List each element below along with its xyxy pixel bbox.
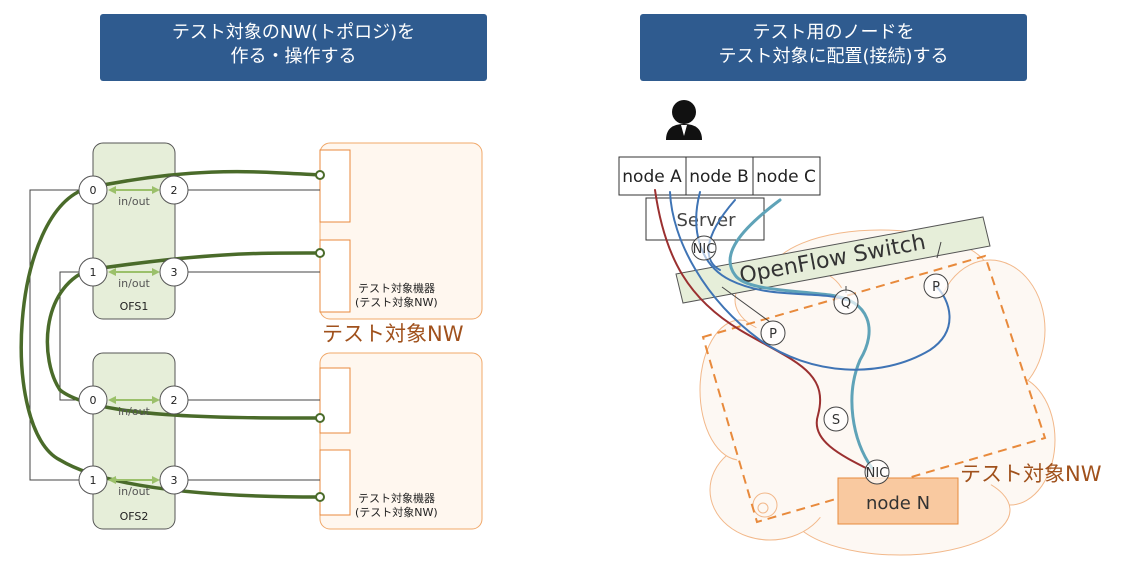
inout-label: in/out — [118, 485, 150, 498]
device-sublabel: (テスト対象NW) — [355, 505, 438, 519]
nic-top-label: NIC — [693, 242, 716, 257]
ofs2-label: OFS2 — [120, 510, 149, 523]
inout-label: in/out — [118, 277, 150, 290]
port-number: 2 — [171, 184, 178, 197]
node-n-label: node N — [866, 493, 930, 514]
ofs1-label: OFS1 — [120, 300, 149, 313]
port-p-top-label: P — [932, 280, 940, 295]
port-p-mid-label: P — [769, 327, 777, 342]
inout-label: in/out — [118, 195, 150, 208]
target-nw-label-right: テスト対象NW — [960, 462, 1102, 486]
user-icon — [666, 100, 702, 140]
port-number: 3 — [171, 474, 178, 487]
server-label: Server — [676, 210, 736, 231]
cable-endpoint — [315, 492, 325, 502]
device-port-block — [319, 239, 351, 313]
port-number: 0 — [90, 394, 97, 407]
device-port-block — [319, 149, 351, 223]
device-port-block — [319, 449, 351, 516]
node-a-label: node A — [622, 167, 682, 187]
right-diagram: Server node A node B node C OpenFlow Swi… — [618, 100, 1102, 556]
node-b-label: node B — [689, 167, 749, 187]
node-c-label: node C — [756, 167, 816, 187]
port-number: 2 — [171, 394, 178, 407]
port-s-label: S — [832, 413, 840, 428]
cable-endpoint — [315, 248, 325, 258]
nic-bottom-label: NIC — [866, 466, 889, 481]
port-number: 1 — [90, 266, 97, 279]
port-q-label: Q — [841, 296, 851, 311]
device-port-block — [319, 367, 351, 434]
inout-label: in/out — [118, 405, 150, 418]
device-label: テスト対象機器 — [358, 281, 435, 295]
port-number: 0 — [90, 184, 97, 197]
device-label: テスト対象機器 — [358, 491, 435, 505]
diagram-canvas: in/out in/out in/out in/out 0 2 1 3 0 2 … — [19, 100, 1102, 556]
cable-endpoint — [315, 413, 325, 423]
ofs1-body — [92, 142, 176, 320]
port-number: 3 — [171, 266, 178, 279]
device-sublabel: (テスト対象NW) — [355, 295, 438, 309]
target-nw-label: テスト対象NW — [322, 322, 464, 346]
ofs2-body — [92, 352, 176, 530]
left-diagram: in/out in/out in/out in/out 0 2 1 3 0 2 … — [19, 142, 483, 530]
cable-endpoint — [315, 170, 325, 180]
port-number: 1 — [90, 474, 97, 487]
